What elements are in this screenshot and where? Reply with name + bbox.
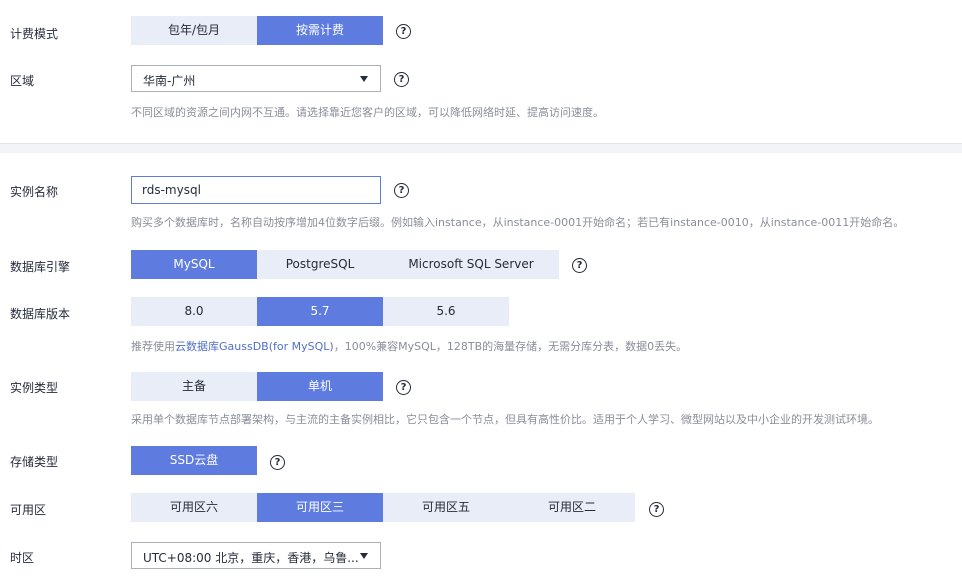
instance-name-field[interactable] bbox=[131, 176, 381, 204]
timezone-label: 时区 bbox=[10, 551, 35, 565]
az-option-three[interactable]: 可用区三 bbox=[257, 493, 383, 522]
az-selector: 可用区六 可用区三 可用区五 可用区二 bbox=[131, 493, 635, 522]
version-hint: 推荐使用云数据库GaussDB(for MySQL)，100%兼容MySQL，1… bbox=[131, 338, 687, 354]
version-hint-suffix: ，100%兼容MySQL，128TB的海量存储，无需分库分表，数据0丢失。 bbox=[333, 340, 688, 353]
version-option-5-6[interactable]: 5.6 bbox=[383, 297, 509, 326]
az-option-five[interactable]: 可用区五 bbox=[383, 493, 509, 522]
az-label: 可用区 bbox=[10, 503, 47, 517]
region-select[interactable]: 华南-广州 bbox=[131, 65, 381, 92]
engine-option-sqlserver[interactable]: Microsoft SQL Server bbox=[383, 250, 559, 279]
region-label: 区域 bbox=[10, 74, 35, 88]
billing-option-pay-per-use[interactable]: 按需计费 bbox=[257, 16, 383, 45]
chevron-down-icon bbox=[360, 553, 368, 559]
region-select-value: 华南-广州 bbox=[143, 74, 196, 88]
az-help-icon[interactable]: ? bbox=[649, 502, 664, 517]
db-version-selector: 8.0 5.7 5.6 bbox=[131, 297, 509, 326]
instance-type-selector: 主备 单机 bbox=[131, 372, 383, 401]
billing-mode-label: 计费模式 bbox=[10, 27, 59, 41]
instance-name-hint: 购买多个数据库时，名称自动按序增加4位数字后缀。例如输入instance，从in… bbox=[131, 216, 905, 229]
storage-help-icon[interactable]: ? bbox=[270, 455, 285, 470]
instance-type-option-single[interactable]: 单机 bbox=[257, 372, 383, 401]
instance-type-label: 实例类型 bbox=[10, 381, 59, 395]
az-option-two[interactable]: 可用区二 bbox=[509, 493, 635, 522]
timezone-select-value: UTC+08:00 北京，重庆，香港，乌鲁... bbox=[143, 551, 359, 565]
instance-name-help-icon[interactable]: ? bbox=[394, 183, 409, 198]
storage-option-ssd[interactable]: SSD云盘 bbox=[131, 446, 257, 475]
region-hint: 不同区域的资源之间内网不互通。请选择靠近您客户的区域，可以降低网络时延、提高访问… bbox=[131, 106, 604, 119]
billing-option-yearly-monthly[interactable]: 包年/包月 bbox=[131, 16, 257, 45]
db-version-label: 数据库版本 bbox=[10, 307, 71, 321]
region-help-icon[interactable]: ? bbox=[394, 72, 409, 87]
instance-name-input[interactable] bbox=[132, 177, 380, 203]
instance-type-help-icon[interactable]: ? bbox=[396, 380, 411, 395]
gaussdb-link[interactable]: 云数据库GaussDB(for MySQL) bbox=[175, 340, 334, 353]
engine-option-postgresql[interactable]: PostgreSQL bbox=[257, 250, 383, 279]
billing-mode-selector: 包年/包月 按需计费 bbox=[131, 16, 383, 45]
chevron-down-icon bbox=[360, 76, 368, 82]
storage-type-selector: SSD云盘 bbox=[131, 446, 257, 475]
version-hint-prefix: 推荐使用 bbox=[131, 340, 175, 353]
section-divider bbox=[0, 143, 962, 153]
instance-type-option-primary-standby[interactable]: 主备 bbox=[131, 372, 257, 401]
instance-name-label: 实例名称 bbox=[10, 185, 59, 199]
engine-option-mysql[interactable]: MySQL bbox=[131, 250, 257, 279]
db-engine-label: 数据库引擎 bbox=[10, 260, 71, 274]
version-option-8-0[interactable]: 8.0 bbox=[131, 297, 257, 326]
storage-type-label: 存储类型 bbox=[10, 455, 59, 469]
version-option-5-7[interactable]: 5.7 bbox=[257, 297, 383, 326]
az-option-six[interactable]: 可用区六 bbox=[131, 493, 257, 522]
engine-help-icon[interactable]: ? bbox=[572, 258, 587, 273]
timezone-select[interactable]: UTC+08:00 北京，重庆，香港，乌鲁... bbox=[131, 542, 381, 569]
db-engine-selector: MySQL PostgreSQL Microsoft SQL Server bbox=[131, 250, 559, 279]
instance-type-hint: 采用单个数据库节点部署架构，与主流的主备实例相比，它只包含一个节点，但具有高性价… bbox=[131, 413, 879, 426]
billing-help-icon[interactable]: ? bbox=[396, 24, 411, 39]
